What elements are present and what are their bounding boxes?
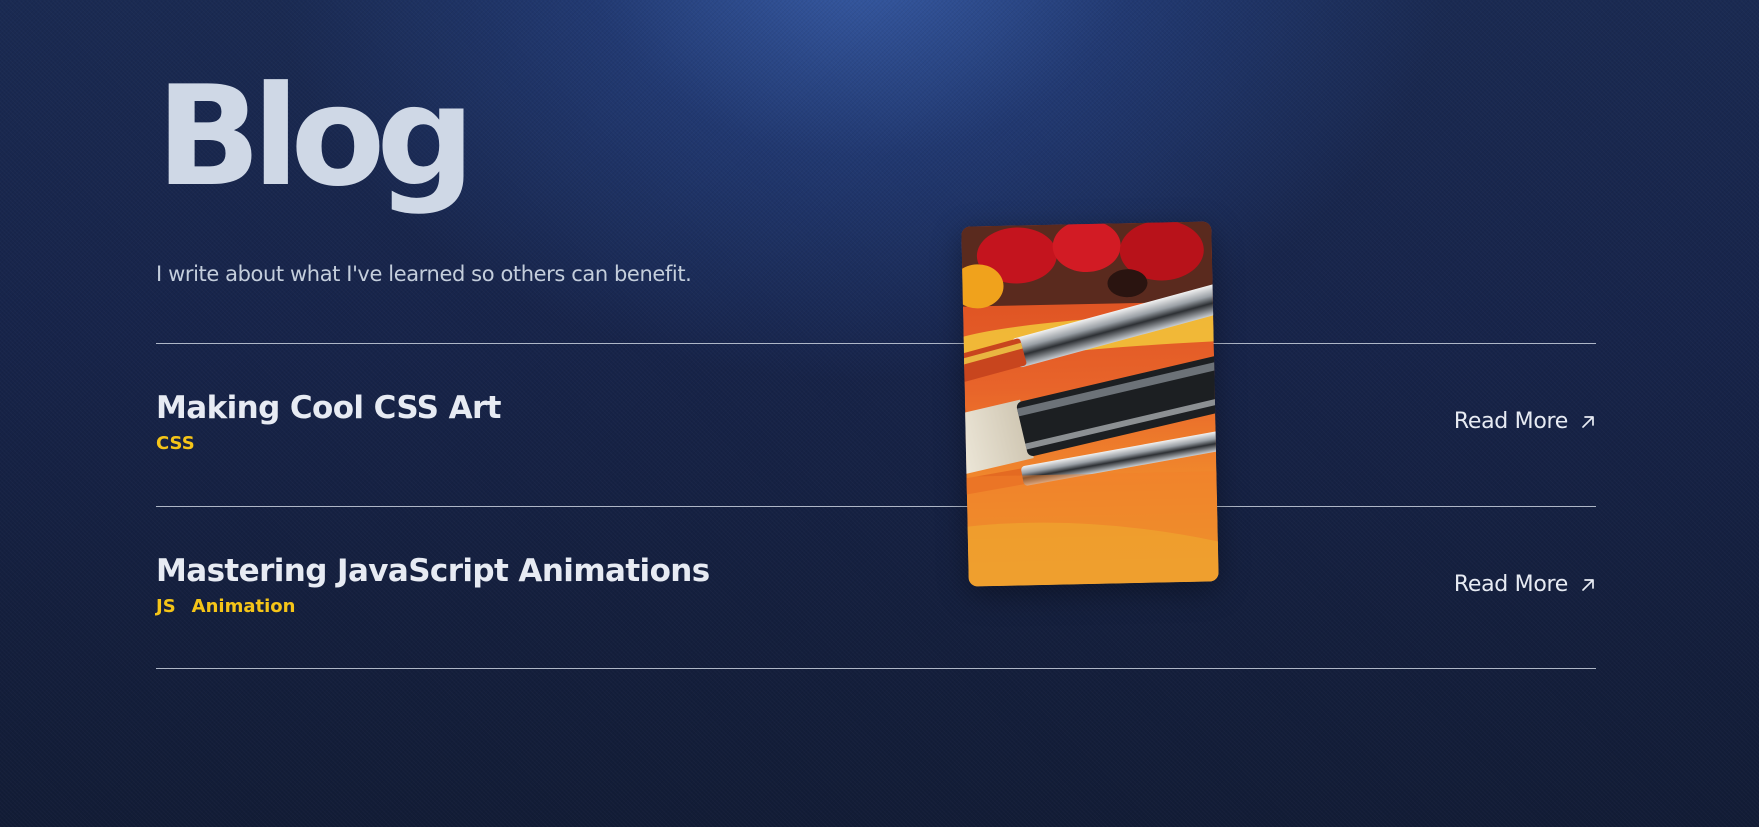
post-tags: JS Animation: [156, 596, 295, 617]
read-more-label: Read More: [1453, 409, 1568, 434]
arrow-up-right-icon: [1582, 415, 1594, 428]
divider: [156, 668, 1596, 669]
read-more-link[interactable]: Read More: [1454, 572, 1596, 597]
post-title[interactable]: Making Cool CSS Art: [156, 390, 502, 426]
arrow-up-right-icon: [1582, 578, 1594, 591]
paint-brushes-illustration: [961, 221, 1219, 587]
post-preview-image: [961, 221, 1219, 587]
page-subtitle: I write about what I've learned so other…: [156, 262, 692, 286]
tag-css[interactable]: CSS: [156, 433, 195, 454]
post-title[interactable]: Mastering JavaScript Animations: [156, 553, 710, 589]
tag-js[interactable]: JS: [156, 596, 176, 617]
post-item[interactable]: Mastering JavaScript Animations JS Anima…: [156, 507, 1596, 669]
post-tags: CSS: [156, 433, 195, 454]
read-more-label: Read More: [1453, 572, 1568, 597]
read-more-link[interactable]: Read More: [1454, 409, 1596, 434]
post-item[interactable]: Making Cool CSS Art CSS Read More: [156, 344, 1596, 506]
tag-animation[interactable]: Animation: [192, 596, 296, 617]
page-title: Blog: [156, 56, 475, 217]
